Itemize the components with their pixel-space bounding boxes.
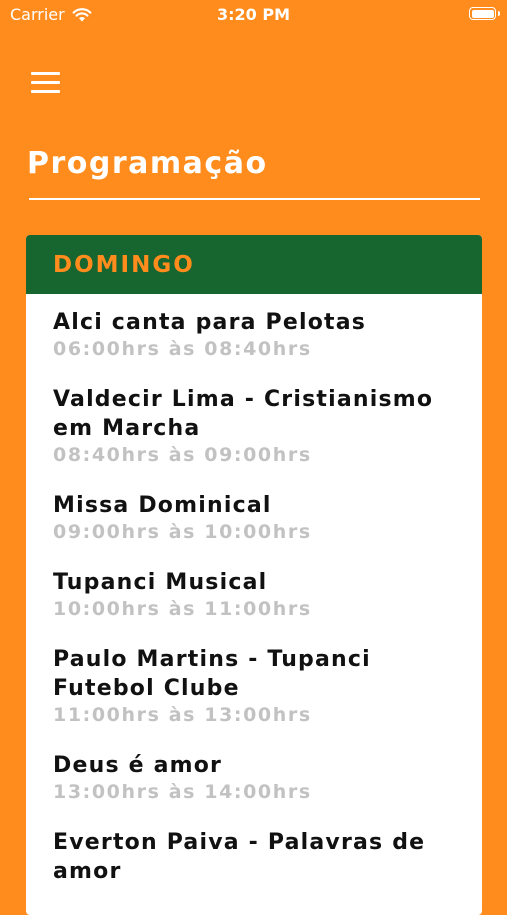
program-item[interactable]: Alci canta para Pelotas 06:00hrs às 08:4… [26,308,482,385]
program-item[interactable]: Valdecir Lima - Cristianismo em Marcha 0… [26,385,482,491]
program-name: Alci canta para Pelotas [53,310,367,335]
program-time: 08:40hrs às 09:00hrs [53,444,312,466]
program-name: Paulo Martins - Tupanci Futebol Clube [53,647,371,701]
status-time: 3:20 PM [216,5,290,24]
page-title: Programação [27,146,268,181]
schedule-card: DOMINGO Alci canta para Pelotas 06:00hrs… [26,235,482,915]
battery-icon [469,7,500,20]
program-item[interactable]: Missa Dominical 09:00hrs às 10:00hrs [26,491,482,568]
program-time: 13:00hrs às 14:00hrs [53,781,312,803]
program-name: Missa Dominical [53,493,272,518]
program-item[interactable]: Paulo Martins - Tupanci Futebol Clube 11… [26,645,482,751]
program-time: 09:00hrs às 10:00hrs [53,521,312,543]
status-bar: Carrier 3:20 PM [0,0,507,30]
day-label: DOMINGO [53,251,195,278]
title-underline [29,198,480,200]
program-time: 11:00hrs às 13:00hrs [53,704,312,726]
menu-button[interactable] [30,70,62,96]
program-time: 10:00hrs às 11:00hrs [53,598,312,620]
program-name: Valdecir Lima - Cristianismo em Marcha [53,387,434,441]
program-item[interactable]: Deus é amor 13:00hrs às 14:00hrs [26,751,482,828]
program-name: Deus é amor [53,753,223,778]
program-list: Alci canta para Pelotas 06:00hrs às 08:4… [26,294,482,910]
program-time: 06:00hrs às 08:40hrs [53,338,312,360]
program-item[interactable]: Tupanci Musical 10:00hrs às 11:00hrs [26,568,482,645]
program-item[interactable]: Everton Paiva - Palavras de amor [26,828,482,910]
program-name: Everton Paiva - Palavras de amor [53,830,426,884]
day-header: DOMINGO [26,235,482,294]
program-name: Tupanci Musical [53,570,268,595]
